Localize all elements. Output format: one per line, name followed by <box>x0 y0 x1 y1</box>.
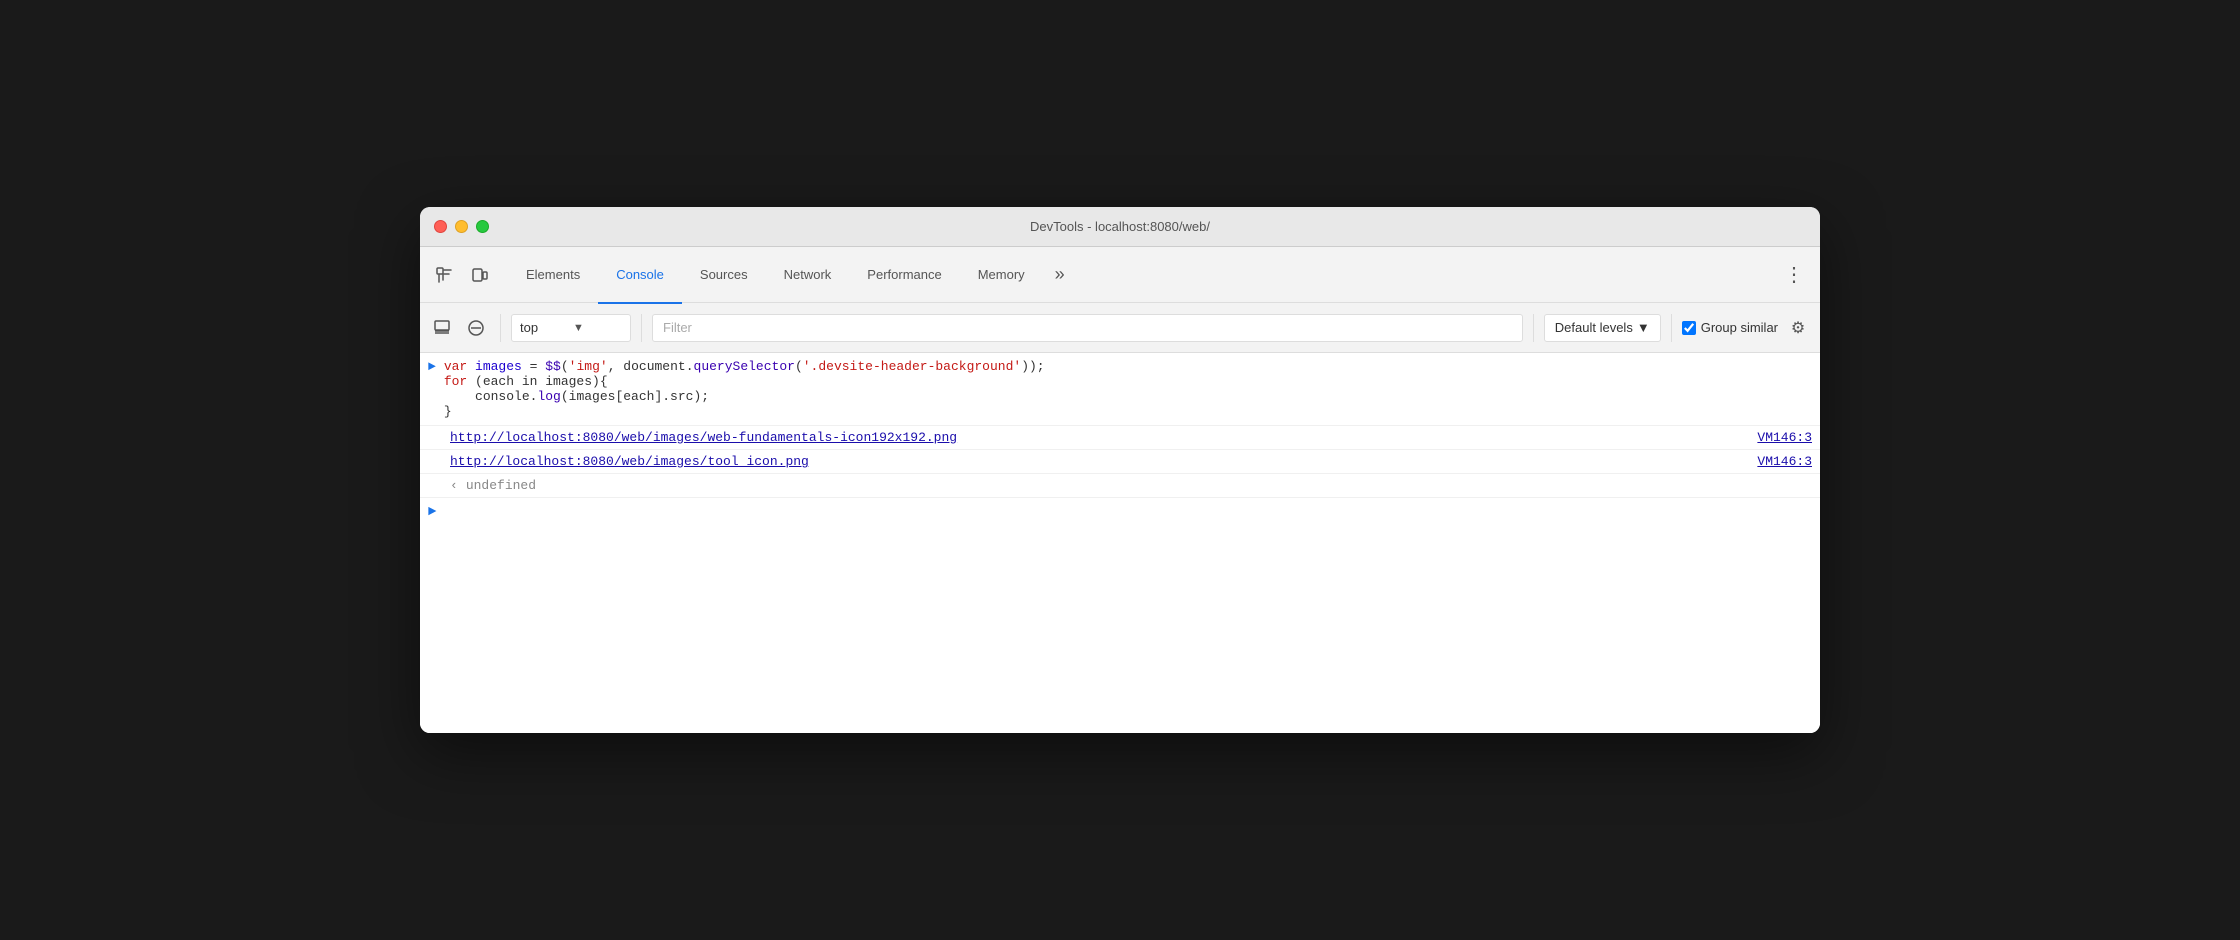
fn-log: log <box>537 389 560 404</box>
console-log-line-1: http://localhost:8080/web/images/web-fun… <box>420 426 1820 450</box>
tabs-bar: Elements Console Sources Network Perform… <box>420 247 1820 303</box>
devtools-menu-button[interactable]: ⋮ <box>1776 247 1812 303</box>
clear-console-button[interactable] <box>462 314 490 342</box>
tab-memory[interactable]: Memory <box>960 248 1043 304</box>
chevron-down-icon: ▼ <box>573 322 622 334</box>
devtools-panel: Elements Console Sources Network Perform… <box>420 247 1820 733</box>
console-toolbar: top ▼ Default levels ▼ Group similar ⚙ <box>420 303 1820 353</box>
input-prompt-icon: ► <box>428 504 436 520</box>
var-images: images <box>475 359 522 374</box>
console-input-line[interactable]: ► <box>420 498 1820 526</box>
toolbar-divider-3 <box>1533 314 1534 342</box>
tab-elements[interactable]: Elements <box>508 248 598 304</box>
return-arrow-icon: ‹ <box>450 478 458 493</box>
undefined-value: undefined <box>466 478 536 493</box>
levels-chevron-icon: ▼ <box>1637 320 1650 335</box>
group-similar-checkbox-wrapper[interactable]: Group similar <box>1682 320 1778 335</box>
traffic-lights <box>434 220 489 233</box>
execution-context-selector[interactable]: top ▼ <box>511 314 631 342</box>
titlebar: DevTools - localhost:8080/web/ <box>420 207 1820 247</box>
code-entry[interactable]: var images = $$('img', document.querySel… <box>444 353 1820 425</box>
toolbar-divider-2 <box>641 314 642 342</box>
log-link-1[interactable]: http://localhost:8080/web/images/web-fun… <box>450 430 1749 445</box>
console-entry-code: ► var images = $$('img', document.queryS… <box>420 353 1820 426</box>
show-console-drawer-button[interactable] <box>428 314 456 342</box>
toolbar-divider-1 <box>500 314 501 342</box>
group-similar-checkbox[interactable] <box>1682 321 1696 335</box>
fn-$$: $$ <box>545 359 561 374</box>
close-button[interactable] <box>434 220 447 233</box>
more-tabs-button[interactable]: » <box>1047 247 1073 303</box>
keyword-for: for <box>444 374 467 389</box>
vm-ref-1[interactable]: VM146:3 <box>1757 430 1812 445</box>
fn-querySelector: querySelector <box>694 359 795 374</box>
console-output: ► var images = $$('img', document.queryS… <box>420 353 1820 733</box>
tab-icon-group <box>428 259 496 291</box>
devtools-window: DevTools - localhost:8080/web/ <box>420 207 1820 733</box>
toolbar-divider-4 <box>1671 314 1672 342</box>
tab-performance[interactable]: Performance <box>849 248 959 304</box>
keyword-var: var <box>444 359 467 374</box>
device-toolbar-button[interactable] <box>464 259 496 291</box>
log-levels-button[interactable]: Default levels ▼ <box>1544 314 1661 342</box>
inspect-element-button[interactable] <box>428 259 460 291</box>
log-link-2[interactable]: http://localhost:8080/web/images/tool_ic… <box>450 454 1749 469</box>
filter-input[interactable] <box>652 314 1523 342</box>
tab-network[interactable]: Network <box>766 248 850 304</box>
str-img: 'img' <box>569 359 608 374</box>
str-class: '.devsite-header-background' <box>803 359 1021 374</box>
vm-ref-2[interactable]: VM146:3 <box>1757 454 1812 469</box>
console-settings-button[interactable]: ⚙ <box>1784 314 1812 342</box>
prompt-arrow-icon: ► <box>420 353 444 425</box>
console-undefined-line: ‹ undefined <box>420 474 1820 498</box>
tab-console[interactable]: Console <box>598 248 682 304</box>
minimize-button[interactable] <box>455 220 468 233</box>
group-similar-label: Group similar <box>1701 320 1778 335</box>
console-log-line-2: http://localhost:8080/web/images/tool_ic… <box>420 450 1820 474</box>
tab-sources[interactable]: Sources <box>682 248 766 304</box>
maximize-button[interactable] <box>476 220 489 233</box>
window-title: DevTools - localhost:8080/web/ <box>1030 219 1210 234</box>
